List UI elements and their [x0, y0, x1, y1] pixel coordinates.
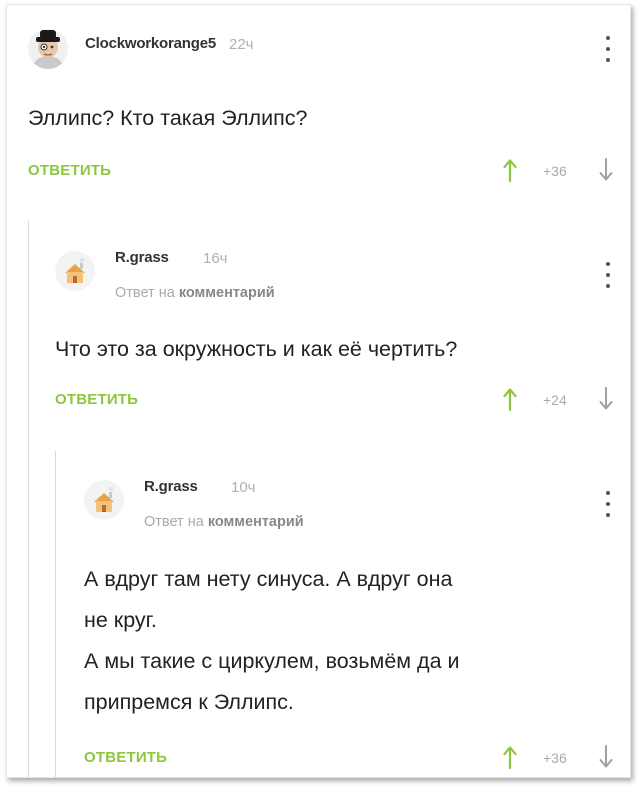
- arrow-down-icon[interactable]: [599, 157, 613, 183]
- comments-panel: Clockworkorange5 22ч Эллипс? Кто такая Э…: [6, 4, 631, 778]
- arrow-down-icon[interactable]: [599, 386, 613, 412]
- house-avatar-icon: [84, 480, 124, 520]
- reply-to-prefix: Ответ на: [144, 514, 204, 530]
- reply-button[interactable]: ОТВЕТИТЬ: [84, 749, 167, 766]
- vote-score: +36: [543, 750, 567, 766]
- comment-text: Что это за окружность и как её чертить?: [55, 329, 457, 370]
- comment-3: R.grass 10ч Ответ на комментарий А вдруг…: [7, 435, 630, 777]
- reply-to-link[interactable]: комментарий: [208, 514, 304, 530]
- comment-text-line: Что это за окружность и как её чертить?: [55, 337, 458, 361]
- comment-author[interactable]: R.grass: [115, 249, 169, 266]
- comment-1: Clockworkorange5 22ч Эллипс? Кто такая Э…: [7, 5, 630, 205]
- reply-to-label: Ответ на комментарий: [144, 514, 304, 530]
- avatar[interactable]: [28, 29, 68, 69]
- arrow-up-icon[interactable]: [503, 386, 517, 412]
- comment-text-line: А мы такие с циркулем, возьмём да и: [84, 649, 460, 673]
- comment-time: 16ч: [203, 250, 228, 267]
- comment-text-line: Эллипс? Кто такая Эллипс?: [28, 106, 308, 130]
- kebab-menu-icon[interactable]: [605, 262, 611, 288]
- arrow-up-icon[interactable]: [503, 744, 517, 770]
- comment-text: А вдруг там нету синуса. А вдруг она не …: [84, 559, 460, 723]
- arrow-up-icon[interactable]: [503, 157, 517, 183]
- vote-score: +36: [543, 163, 567, 179]
- kebab-menu-icon[interactable]: [605, 36, 611, 62]
- comment-text: Эллипс? Кто такая Эллипс?: [28, 98, 307, 139]
- reply-button[interactable]: ОТВЕТИТЬ: [55, 391, 138, 408]
- kebab-menu-icon[interactable]: [605, 491, 611, 517]
- arrow-down-icon[interactable]: [599, 744, 613, 770]
- avatar[interactable]: [84, 480, 124, 520]
- comment-time: 10ч: [231, 479, 256, 496]
- reply-to-link[interactable]: комментарий: [179, 285, 275, 301]
- comment-text-line: не круг.: [84, 608, 157, 632]
- house-avatar-icon: [55, 251, 95, 291]
- comment-author[interactable]: Clockworkorange5: [85, 35, 216, 52]
- reply-button[interactable]: ОТВЕТИТЬ: [28, 162, 111, 179]
- avatar[interactable]: [55, 251, 95, 291]
- comment-text-line: А вдруг там нету синуса. А вдруг она: [84, 567, 453, 591]
- comment-2: R.grass 16ч Ответ на комментарий Что это…: [7, 205, 630, 445]
- comment-author[interactable]: R.grass: [144, 478, 198, 495]
- comment-text-line: припремся к Эллипс.: [84, 690, 294, 714]
- clockwork-orange-avatar-icon: [28, 29, 68, 69]
- vote-score: +24: [543, 392, 567, 408]
- comment-time: 22ч: [229, 36, 254, 53]
- reply-to-prefix: Ответ на: [115, 285, 175, 301]
- reply-to-label: Ответ на комментарий: [115, 285, 275, 301]
